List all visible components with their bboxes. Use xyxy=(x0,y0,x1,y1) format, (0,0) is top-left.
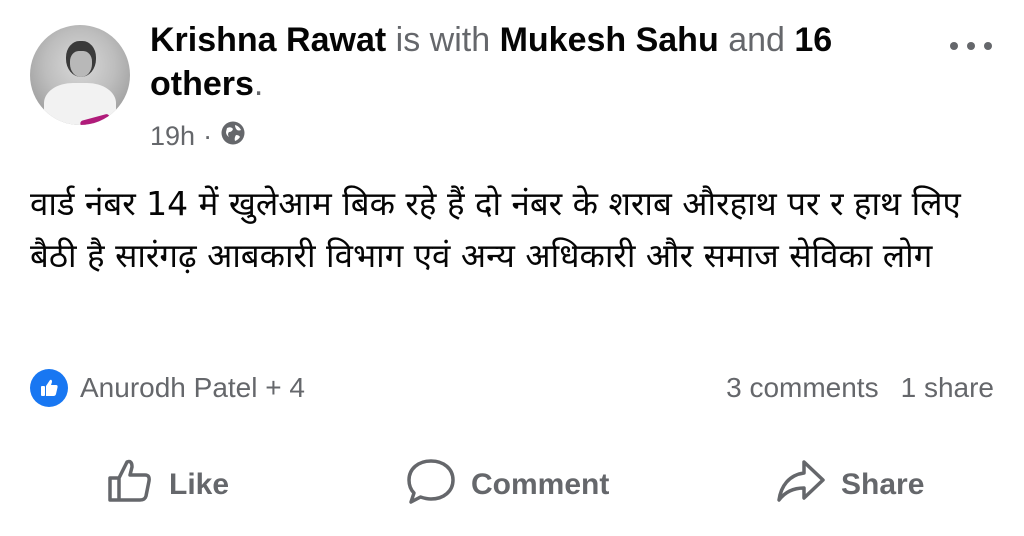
author-avatar[interactable] xyxy=(30,25,130,125)
comment-bubble-icon xyxy=(405,456,457,514)
like-icon xyxy=(30,369,68,407)
comment-label: Comment xyxy=(471,468,610,501)
author-name[interactable]: Krishna Rawat xyxy=(150,21,386,59)
post-header: Krishna Rawat is with Mukesh Sahu and 16… xyxy=(150,18,930,106)
action-bar: Like Comment Share xyxy=(0,450,1024,520)
dot xyxy=(967,42,975,50)
share-label: Share xyxy=(841,468,925,501)
meta-separator: · xyxy=(203,120,213,151)
tagged-person[interactable]: Mukesh Sahu xyxy=(500,21,719,59)
share-button[interactable]: Share xyxy=(775,450,924,520)
globe-icon xyxy=(220,120,246,153)
like-label: Like xyxy=(169,468,230,501)
comment-button[interactable]: Comment xyxy=(405,450,609,520)
engagement-counts: 3 comments 1 share xyxy=(726,368,994,408)
share-arrow-icon xyxy=(775,456,827,514)
header-period: . xyxy=(253,65,264,103)
thumbs-up-icon xyxy=(105,456,155,514)
post-meta: 19h · xyxy=(150,120,246,152)
dot xyxy=(950,42,958,50)
and-text: and xyxy=(728,21,785,59)
post-time[interactable]: 19h xyxy=(150,121,195,152)
avatar-face xyxy=(70,51,92,77)
reactors-text: Anurodh Patel + 4 xyxy=(80,372,305,403)
more-options-icon[interactable] xyxy=(950,36,1000,56)
shares-count[interactable]: 1 share xyxy=(901,372,994,404)
dot xyxy=(984,42,992,50)
with-text: is with xyxy=(395,21,491,59)
like-button[interactable]: Like xyxy=(105,450,229,520)
reaction-summary[interactable]: Anurodh Patel + 4 xyxy=(30,368,305,408)
comments-count[interactable]: 3 comments xyxy=(726,372,879,404)
post-message: वार्ड नंबर 14 में खुलेआम बिक रहे हैं दो … xyxy=(30,184,961,275)
